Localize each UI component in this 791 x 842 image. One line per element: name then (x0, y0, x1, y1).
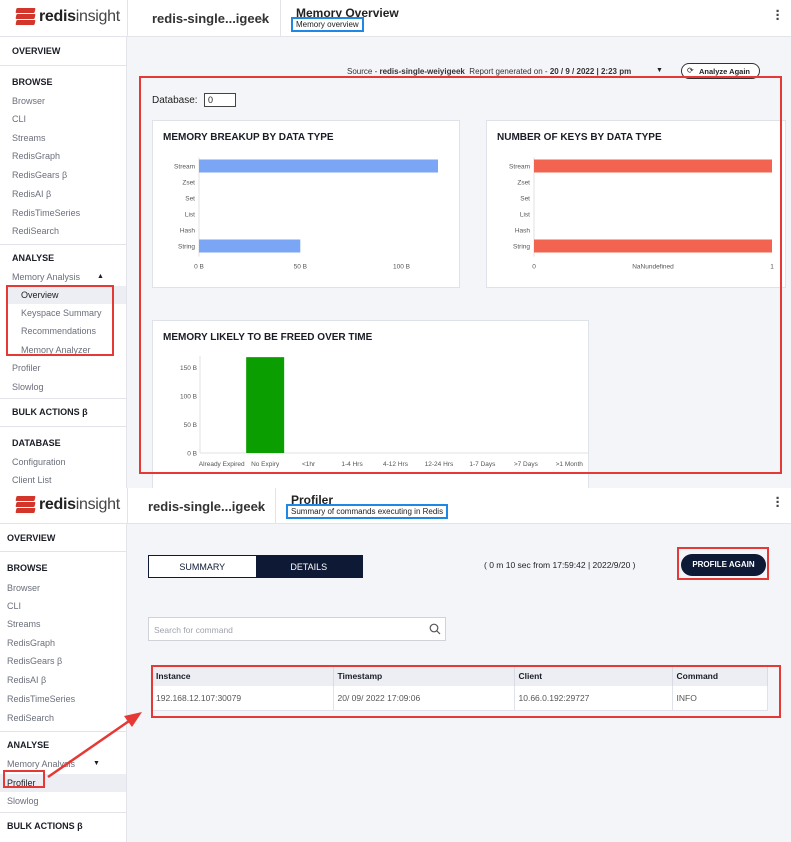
more-options-icon[interactable]: · · · (775, 4, 781, 27)
sidebar-database-title: DATABASE (12, 438, 61, 448)
sidebar-item-cli[interactable]: CLI (7, 601, 21, 611)
sidebar-analyse-title: ANALYSE (12, 253, 55, 263)
sidebar-item-browser[interactable]: Browser (12, 96, 45, 106)
highlight-box (6, 285, 114, 356)
sidebar-item-redisgears[interactable]: RedisGears β (12, 170, 67, 180)
sidebar-item-streams[interactable]: Streams (12, 133, 46, 143)
highlight-box (151, 665, 781, 718)
report-meta: Source - redis-single-weiyigeek Report g… (347, 67, 631, 76)
divider (0, 812, 127, 813)
search-input[interactable]: Search for command (148, 617, 446, 641)
top-header: redisinsight redis-single...igeek ⌄ Prof… (0, 488, 791, 524)
divider (275, 488, 276, 524)
highlight-box (3, 770, 45, 788)
highlight-box (677, 547, 769, 580)
chevron-down-icon[interactable]: ⌄ (259, 12, 268, 25)
report-label: Report generated on - (469, 67, 548, 76)
redisinsight-logo[interactable]: redisinsight (15, 8, 120, 26)
divider (127, 0, 128, 37)
search-icon[interactable] (429, 623, 441, 635)
source-label: Source - (347, 67, 378, 76)
divider (0, 398, 127, 399)
sidebar-item-redisgraph[interactable]: RedisGraph (12, 151, 60, 161)
report-dropdown-icon[interactable]: ▼ (656, 67, 663, 74)
redisinsight-logo[interactable]: redisinsight (15, 496, 120, 514)
caret-up-icon[interactable]: ▲ (97, 273, 104, 280)
divider (0, 244, 127, 245)
sidebar-browse-title: BROWSE (7, 563, 48, 573)
redis-logo-icon (15, 8, 36, 26)
profile-duration: ( 0 m 10 sec from 17:59:42 | 2022/9/20 ) (484, 560, 636, 570)
sidebar-item-redisai[interactable]: RedisAI β (7, 675, 46, 685)
sidebar-item-client-list[interactable]: Client List (12, 475, 52, 485)
sidebar-item-redisearch[interactable]: RediSearch (12, 226, 59, 236)
sidebar-item-profiler[interactable]: Profiler (12, 363, 41, 373)
sidebar-bulk-actions[interactable]: BULK ACTIONS β (7, 821, 83, 831)
redis-logo-icon (15, 496, 36, 514)
divider (0, 65, 127, 66)
divider (0, 551, 127, 552)
chevron-down-icon[interactable]: ⌄ (255, 500, 264, 513)
sidebar-item-redisai[interactable]: RedisAI β (12, 189, 51, 199)
sidebar-item-redistimeseries[interactable]: RedisTimeSeries (12, 208, 80, 218)
more-options-icon[interactable]: · · · (775, 491, 781, 514)
profiler-tabs: SUMMARY DETAILS (148, 555, 363, 578)
sidebar-overview[interactable]: OVERVIEW (12, 46, 60, 56)
sidebar-item-memory-analysis[interactable]: Memory Analysis (12, 272, 80, 282)
sidebar-browse-title: BROWSE (12, 77, 53, 87)
memory-overview-screen: redisinsight redis-single...igeek ⌄ Memo… (0, 0, 791, 488)
sidebar-item-redisgears[interactable]: RedisGears β (7, 656, 62, 666)
brand-bold: redis (39, 496, 76, 513)
sidebar-item-slowlog[interactable]: Slowlog (7, 796, 39, 806)
highlight-box (139, 76, 782, 474)
sidebar: OVERVIEW BROWSE Browser CLI Streams Redi… (0, 524, 127, 842)
tab-summary[interactable]: SUMMARY (149, 556, 256, 577)
sidebar: OVERVIEW BROWSE Browser CLI Streams Redi… (0, 37, 127, 488)
sidebar-item-browser[interactable]: Browser (7, 583, 40, 593)
sidebar-bulk-actions[interactable]: BULK ACTIONS β (12, 407, 88, 417)
brand-bold: redis (39, 8, 76, 25)
report-value: 20 / 9 / 2022 | 2:23 pm (549, 67, 632, 76)
sidebar-overview[interactable]: OVERVIEW (7, 533, 55, 543)
source-value: redis-single-weiyigeek (379, 67, 465, 76)
divider (0, 426, 127, 427)
db-name[interactable]: redis-single...igeek (148, 499, 265, 514)
db-name[interactable]: redis-single...igeek (152, 11, 269, 26)
analyze-again-label: Analyze Again (699, 67, 750, 76)
brand-rest: insight (75, 8, 120, 25)
sidebar-item-redistimeseries[interactable]: RedisTimeSeries (7, 694, 75, 704)
page-subtitle: Memory overview (291, 17, 364, 32)
brand-rest: insight (75, 496, 120, 513)
sidebar-item-streams[interactable]: Streams (7, 619, 41, 629)
sidebar-item-configuration[interactable]: Configuration (12, 457, 66, 467)
search-placeholder: Search for command (154, 625, 233, 635)
annotation-arrow-icon (47, 712, 142, 779)
divider (127, 488, 128, 524)
refresh-icon: ⟳ (687, 66, 694, 75)
top-header: redisinsight redis-single...igeek ⌄ Memo… (0, 0, 791, 37)
divider (280, 0, 281, 37)
page-subtitle: Summary of commands executing in Redis (286, 504, 449, 519)
sidebar-item-redisgraph[interactable]: RedisGraph (7, 638, 55, 648)
sidebar-item-slowlog[interactable]: Slowlog (12, 382, 44, 392)
tab-details[interactable]: DETAILS (255, 556, 362, 577)
sidebar-item-cli[interactable]: CLI (12, 114, 26, 124)
